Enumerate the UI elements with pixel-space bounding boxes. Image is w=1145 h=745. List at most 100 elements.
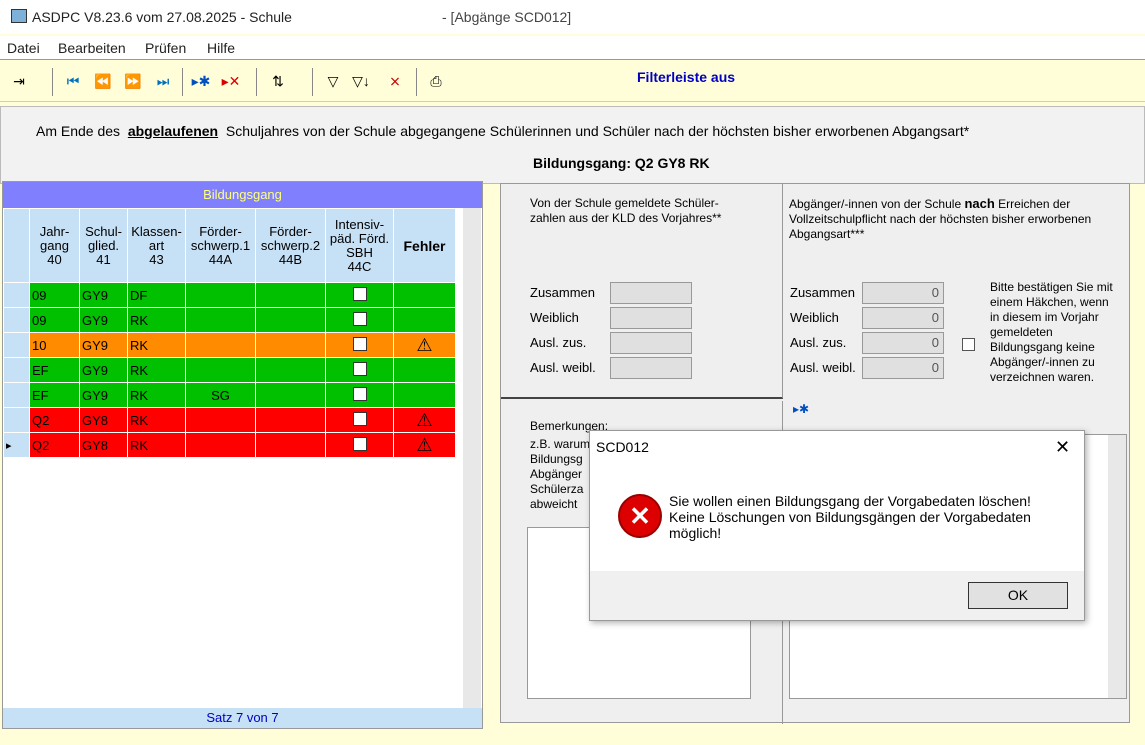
table-cell[interactable]: 10 [29, 332, 80, 358]
table-row[interactable]: EF GY9 RK SG [3, 382, 456, 408]
warning-icon[interactable]: ⚠ [416, 435, 432, 455]
sbh-checkbox[interactable] [352, 311, 367, 326]
grid-scrollbar[interactable] [463, 208, 481, 708]
print-icon[interactable]: ⎙ [425, 70, 447, 92]
sbh-checkbox[interactable] [352, 436, 367, 451]
table-cell[interactable] [185, 357, 256, 383]
table-row[interactable]: 09 GY9 DF [3, 282, 456, 308]
error-cell[interactable] [393, 382, 456, 408]
column-header[interactable]: Klassen-art 43 [127, 208, 186, 283]
menu-bearbeiten[interactable]: Bearbeiten [58, 40, 126, 56]
menu-pruefen[interactable]: Prüfen [145, 40, 186, 56]
sbh-checkbox[interactable] [352, 386, 367, 401]
error-cell[interactable]: ⚠ [393, 332, 456, 358]
delete-record-icon[interactable]: ▸✕ [220, 70, 242, 92]
column-header[interactable]: Schul-glied. 41 [79, 208, 128, 283]
table-cell[interactable]: SG [185, 382, 256, 408]
error-cell[interactable] [393, 357, 456, 383]
table-cell[interactable]: RK [127, 407, 186, 433]
new-record-icon[interactable]: ▸✱ [190, 70, 212, 92]
table-cell[interactable] [185, 407, 256, 433]
table-cell[interactable]: GY9 [79, 307, 128, 333]
table-cell[interactable]: DF [127, 282, 186, 308]
table-cell[interactable] [255, 382, 326, 408]
last-record-icon[interactable]: ⏭ [152, 70, 174, 92]
menu-hilfe[interactable]: Hilfe [207, 40, 235, 56]
table-row[interactable]: 10 GY9 RK ⚠ [3, 332, 456, 358]
table-cell[interactable]: 09 [29, 307, 80, 333]
row-selector[interactable] [3, 382, 30, 408]
abgaenger-field-input[interactable]: 0 [862, 332, 944, 354]
new-record-icon[interactable]: ▸✱ [793, 402, 809, 416]
warning-icon[interactable]: ⚠ [416, 410, 432, 430]
table-cell[interactable] [255, 407, 326, 433]
table-row[interactable]: EF GY9 RK [3, 357, 456, 383]
previous-record-icon[interactable]: ⏪ [92, 70, 114, 92]
table-cell[interactable]: RK [127, 382, 186, 408]
sbh-checkbox[interactable] [352, 411, 367, 426]
table-cell[interactable] [185, 332, 256, 358]
exit-icon[interactable]: ⇥ [8, 70, 30, 92]
table-cell[interactable]: RK [127, 332, 186, 358]
table-cell[interactable] [255, 307, 326, 333]
row-selector[interactable] [3, 332, 30, 358]
ok-button[interactable]: OK [968, 582, 1068, 609]
sort-icon[interactable]: ⇅ [267, 70, 289, 92]
abgaenger-field-input[interactable]: 0 [862, 307, 944, 329]
table-cell[interactable]: Q2 [29, 432, 80, 458]
table-cell[interactable]: GY8 [79, 432, 128, 458]
row-selector[interactable] [3, 357, 30, 383]
table-cell[interactable] [185, 432, 256, 458]
row-selector[interactable]: ▸ [3, 432, 30, 458]
table-cell[interactable]: EF [29, 382, 80, 408]
column-header[interactable]: Jahr-gang 40 [29, 208, 80, 283]
filter-toggle-label[interactable]: Filterleiste aus [637, 69, 735, 85]
abgaenger-field-input[interactable]: 0 [862, 282, 944, 304]
first-record-icon[interactable]: ⏮ [62, 70, 84, 92]
menu-datei[interactable]: Datei [7, 40, 40, 56]
table-cell[interactable]: EF [29, 357, 80, 383]
sbh-checkbox[interactable] [352, 361, 367, 376]
table-cell[interactable]: GY8 [79, 407, 128, 433]
table-cell[interactable] [255, 357, 326, 383]
abgaenger-field-input[interactable]: 0 [862, 357, 944, 379]
table-row[interactable]: Q2 GY8 RK ⚠ [3, 407, 456, 433]
column-header[interactable]: Intensiv-päd. Förd. SBH 44C [325, 208, 394, 283]
table-cell[interactable] [185, 282, 256, 308]
filter-remove-icon[interactable]: ⨯ [384, 70, 406, 92]
table-cell[interactable]: GY9 [79, 282, 128, 308]
no-leavers-checkbox[interactable] [962, 338, 975, 351]
row-selector[interactable] [3, 307, 30, 333]
sbh-checkbox[interactable] [352, 336, 367, 351]
table-cell[interactable]: GY9 [79, 357, 128, 383]
abgaenger-scrollbar[interactable] [1108, 435, 1126, 698]
error-cell[interactable] [393, 282, 456, 308]
table-cell[interactable] [255, 282, 326, 308]
warning-icon[interactable]: ⚠ [416, 335, 432, 355]
error-cell[interactable]: ⚠ [393, 407, 456, 433]
table-row[interactable]: 09 GY9 RK [3, 307, 456, 333]
close-icon[interactable]: ✕ [1055, 437, 1070, 458]
column-header[interactable]: Förder-schwerp.2 44B [255, 208, 326, 283]
table-cell[interactable]: 09 [29, 282, 80, 308]
next-record-icon[interactable]: ⏩ [122, 70, 144, 92]
table-row[interactable]: ▸ Q2 GY8 RK ⚠ [3, 432, 456, 458]
table-cell[interactable] [185, 307, 256, 333]
table-cell[interactable] [255, 432, 326, 458]
table-cell[interactable]: GY9 [79, 332, 128, 358]
column-header[interactable]: Förder-schwerp.1 44A [185, 208, 256, 283]
error-cell[interactable] [393, 307, 456, 333]
filter-icon[interactable]: ▽ [322, 70, 344, 92]
table-cell[interactable]: RK [127, 357, 186, 383]
error-cell[interactable]: ⚠ [393, 432, 456, 458]
row-selector[interactable] [3, 407, 30, 433]
table-cell[interactable]: RK [127, 307, 186, 333]
table-cell[interactable]: Q2 [29, 407, 80, 433]
table-cell[interactable]: GY9 [79, 382, 128, 408]
row-selector[interactable] [3, 282, 30, 308]
column-header[interactable]: Fehler [393, 208, 456, 283]
filter-apply-icon[interactable]: ▽↓ [350, 70, 372, 92]
table-cell[interactable] [255, 332, 326, 358]
sbh-checkbox[interactable] [352, 286, 367, 301]
table-cell[interactable]: RK [127, 432, 186, 458]
